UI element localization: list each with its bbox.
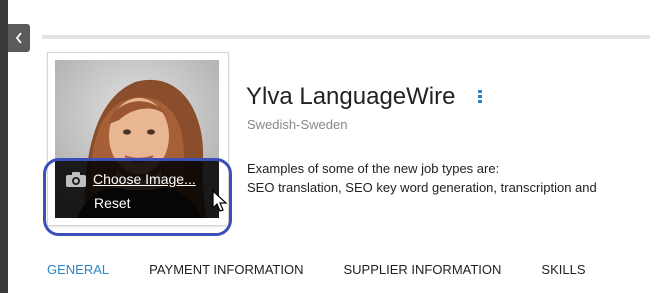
profile-locale: Swedish-Sweden bbox=[247, 117, 348, 132]
profile-description: Examples of some of the new job types ar… bbox=[247, 159, 597, 197]
tab-general[interactable]: GENERAL bbox=[47, 262, 109, 280]
tab-payment-information[interactable]: PAYMENT INFORMATION bbox=[149, 262, 303, 280]
highlight-annotation bbox=[43, 158, 232, 236]
tab-supplier-information[interactable]: SUPPLIER INFORMATION bbox=[343, 262, 501, 280]
kebab-menu-icon[interactable] bbox=[478, 90, 482, 104]
profile-name: Ylva LanguageWire bbox=[246, 83, 456, 110]
sidebar-rail bbox=[0, 0, 8, 293]
tab-skills[interactable]: SKILLS bbox=[541, 262, 585, 280]
description-line: Examples of some of the new job types ar… bbox=[247, 161, 500, 176]
description-line: SEO translation, SEO key word generation… bbox=[247, 180, 597, 195]
chevron-left-icon bbox=[15, 32, 22, 44]
header-divider bbox=[42, 35, 650, 39]
profile-tabs: GENERAL PAYMENT INFORMATION SUPPLIER INF… bbox=[47, 262, 586, 280]
sidebar-collapse-button[interactable] bbox=[8, 24, 30, 52]
